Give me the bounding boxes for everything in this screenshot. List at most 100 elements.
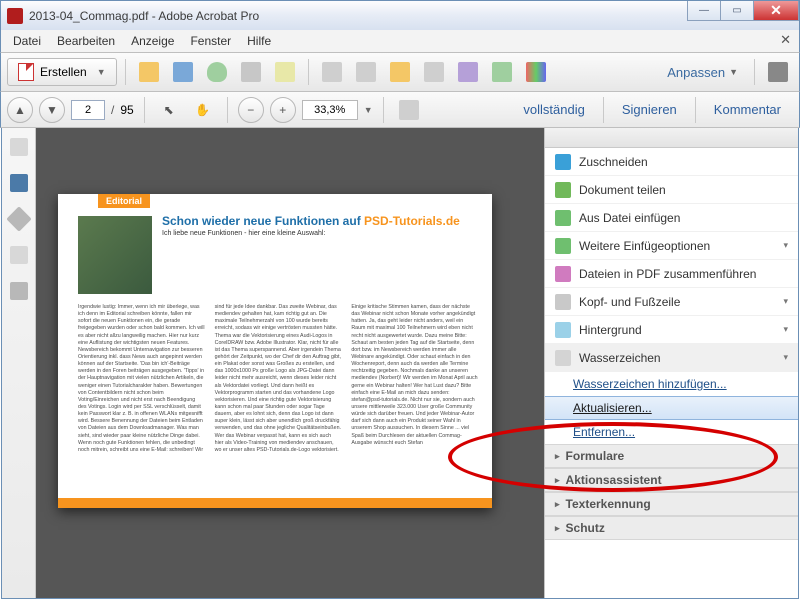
tool-f[interactable]: [487, 58, 517, 86]
watermark-add[interactable]: Wasserzeichen hinzufügen...: [545, 372, 798, 396]
minimize-button[interactable]: —: [687, 1, 721, 21]
watermark-remove[interactable]: Entfernen...: [545, 420, 798, 444]
tools-item-5[interactable]: Kopf- und Fußzeile▾: [545, 288, 798, 316]
tool-item-icon: [555, 154, 571, 170]
watermark-update[interactable]: Aktualisieren...: [545, 396, 798, 420]
tool-b[interactable]: [351, 58, 381, 86]
main-toolbar: Erstellen ▼ Anpassen ▼: [0, 52, 800, 92]
page-footer-bar: [58, 498, 492, 508]
maximize-button[interactable]: ▭: [720, 1, 754, 21]
page-number-input[interactable]: [71, 100, 105, 120]
left-nav-rail: [2, 128, 36, 598]
tool-a[interactable]: [317, 58, 347, 86]
section-label: Schutz: [566, 521, 605, 535]
tools-item-1[interactable]: Dokument teilen: [545, 176, 798, 204]
window-titlebar: 2013-04_Commag.pdf - Adobe Acrobat Pro —…: [0, 0, 800, 30]
section-label: Aktionsassistent: [566, 473, 662, 487]
section-schutz[interactable]: ▸ Schutz: [545, 516, 798, 540]
page-down-button[interactable]: ▼: [39, 97, 65, 123]
tools-item-0[interactable]: Zuschneiden: [545, 148, 798, 176]
bookmarks-icon[interactable]: [10, 174, 28, 192]
mail-button[interactable]: [270, 58, 300, 86]
page-subhead: Ich liebe neue Funktionen - hier eine kl…: [162, 230, 325, 237]
document-viewport[interactable]: Editorial Schon wieder neue Funktionen a…: [36, 128, 544, 598]
section-label: Formulare: [566, 449, 625, 463]
link-kommentar[interactable]: Kommentar: [702, 98, 793, 121]
tools-item-2[interactable]: Aus Datei einfügen: [545, 204, 798, 232]
watermark-item[interactable]: Wasserzeichen ▾: [545, 344, 798, 372]
page-up-button[interactable]: ▲: [7, 97, 33, 123]
menu-datei[interactable]: Datei: [5, 32, 49, 50]
view-tool[interactable]: [394, 96, 424, 124]
tool-item-icon: [555, 322, 571, 338]
tool-g[interactable]: [521, 58, 551, 86]
zoom-in-button[interactable]: +: [270, 97, 296, 123]
open-button[interactable]: [134, 58, 164, 86]
pdf-app-icon: [7, 8, 23, 24]
zoom-value[interactable]: 33,3%: [302, 100, 358, 120]
chevron-down-icon: ▾: [783, 296, 788, 307]
layers-icon[interactable]: [10, 282, 28, 300]
tool-item-label: Aus Datei einfügen: [579, 211, 680, 225]
cloud-button[interactable]: [202, 58, 232, 86]
section-texterkennung[interactable]: ▸ Texterkennung: [545, 492, 798, 516]
signatures-icon[interactable]: [10, 246, 28, 264]
thumbnails-icon[interactable]: [10, 138, 28, 156]
create-button[interactable]: Erstellen ▼: [7, 58, 117, 86]
create-doc-icon: [18, 63, 34, 81]
tool-item-icon: [555, 182, 571, 198]
tools-item-4[interactable]: Dateien in PDF zusammenführen: [545, 260, 798, 288]
chevron-down-icon: ▼: [729, 67, 738, 77]
tool-item-icon: [555, 294, 571, 310]
tools-panel: Zuschneiden Dokument teilen Aus Datei einf…: [544, 128, 798, 598]
menu-hilfe[interactable]: Hilfe: [239, 32, 279, 50]
menu-anzeige[interactable]: Anzeige: [123, 32, 182, 50]
window-title: 2013-04_Commag.pdf - Adobe Acrobat Pro: [29, 9, 793, 23]
chevron-down-icon: ▼: [97, 67, 106, 77]
customize-label: Anpassen: [667, 65, 725, 80]
nav-toolbar: ▲ ▼ / 95 ⬉ ✋ − + 33,3% ▼ vollständig Sig…: [0, 92, 800, 128]
chevron-right-icon: ▸: [555, 475, 560, 486]
menu-fenster[interactable]: Fenster: [182, 32, 239, 50]
print-button[interactable]: [236, 58, 266, 86]
close-button[interactable]: ✕: [753, 1, 799, 21]
fullscreen-button[interactable]: [763, 58, 793, 86]
section-label: Texterkennung: [566, 497, 651, 511]
chevron-down-icon: ▾: [783, 240, 788, 251]
watermark-label: Wasserzeichen: [579, 351, 661, 365]
tool-item-label: Dateien in PDF zusammenführen: [579, 267, 756, 281]
main-area: Editorial Schon wieder neue Funktionen a…: [1, 128, 799, 599]
customize-button[interactable]: Anpassen ▼: [659, 65, 746, 80]
page-body-text: Irgendwie lustig: Immer, wenn ich mir üb…: [78, 304, 478, 494]
tool-d[interactable]: [419, 58, 449, 86]
tool-item-icon: [555, 210, 571, 226]
tool-item-label: Dokument teilen: [579, 183, 666, 197]
section-formulare[interactable]: ▸Formulare: [545, 444, 798, 468]
page-headline: Schon wieder neue Funktionen auf PSD-Tut…: [162, 214, 460, 228]
author-photo: [78, 216, 152, 294]
chevron-down-icon: ▾: [783, 324, 788, 335]
attachments-icon[interactable]: [6, 206, 31, 231]
link-vollstaendig[interactable]: vollständig: [511, 98, 596, 121]
tools-item-3[interactable]: Weitere Einfügeoptionen▾: [545, 232, 798, 260]
section-aktionsassistent[interactable]: ▸ Aktionsassistent: [545, 468, 798, 492]
menu-bar: Datei Bearbeiten Anzeige Fenster Hilfe ✕: [0, 30, 800, 52]
doc-close-icon[interactable]: ✕: [780, 32, 791, 48]
pdf-page: Editorial Schon wieder neue Funktionen a…: [58, 194, 492, 508]
chevron-down-icon: ▾: [783, 352, 788, 363]
save-button[interactable]: [168, 58, 198, 86]
menu-bearbeiten[interactable]: Bearbeiten: [49, 32, 123, 50]
chevron-right-icon: ▸: [555, 499, 560, 510]
chevron-right-icon: ▸: [555, 523, 560, 534]
watermark-icon: [555, 350, 571, 366]
select-tool[interactable]: ⬉: [155, 96, 183, 124]
link-signieren[interactable]: Signieren: [610, 98, 689, 121]
create-label: Erstellen: [40, 65, 87, 79]
zoom-out-button[interactable]: −: [238, 97, 264, 123]
page-section-tab: Editorial: [98, 194, 150, 208]
tool-c[interactable]: [385, 58, 415, 86]
tool-item-label: Hintergrund: [579, 323, 642, 337]
hand-tool[interactable]: ✋: [189, 96, 217, 124]
tools-item-6[interactable]: Hintergrund ▾: [545, 316, 798, 344]
tool-e[interactable]: [453, 58, 483, 86]
